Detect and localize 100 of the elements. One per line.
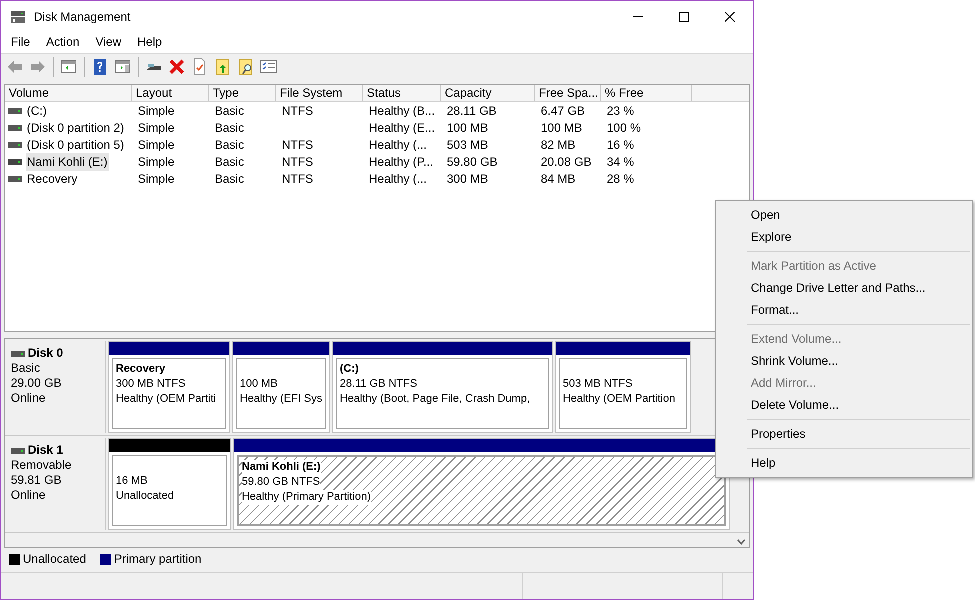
partition-block[interactable]: (C:) 28.11 GB NTFS Healthy (Boot, Page File, Crash Dump, — [332, 341, 553, 433]
table-cell[interactable]: (C:) — [26, 102, 48, 120]
table-cell: 28.11 GB — [447, 104, 497, 118]
legend-swatch — [100, 554, 112, 564]
disk-status: Online — [11, 391, 47, 406]
drive-icon — [8, 158, 22, 164]
table-cell: 100 MB — [447, 120, 488, 134]
menu-item[interactable]: File — [3, 33, 38, 52]
table-cell: 23 % — [607, 104, 634, 118]
partition-block[interactable]: 503 MB NTFS Healthy (OEM Partition — [555, 341, 691, 433]
table-cell: Basic — [215, 120, 244, 134]
table-cell: Healthy (E... — [369, 120, 436, 134]
partition-block[interactable]: Recovery 300 MB NTFS Healthy (OEM Partiti — [108, 341, 230, 433]
table-cell[interactable]: Recovery — [26, 170, 79, 188]
disk-label-panel[interactable]: Disk 1 Removable 59.81 GB Online — [5, 438, 106, 530]
disk-size: 59.81 GB — [11, 473, 63, 488]
table-cell: Healthy (B... — [369, 104, 436, 118]
drive-icon — [11, 448, 25, 454]
scroll-down-icon[interactable] — [737, 539, 746, 545]
table-cell: Simple — [138, 104, 175, 118]
partition-name: (C:) — [340, 362, 359, 377]
table-cell: 82 MB — [541, 138, 576, 152]
disk-management-icon — [10, 10, 26, 24]
table-cell: Simple — [138, 172, 175, 186]
table-cell: 20.08 GB — [541, 154, 592, 168]
partition-name: Nami Kohli (E:) — [242, 460, 321, 475]
table-cell: 59.80 GB — [447, 154, 498, 168]
drive-icon — [8, 176, 22, 182]
disk-size: 29.00 GB — [11, 376, 63, 391]
column-header[interactable]: Type — [209, 85, 276, 101]
context-menu-item[interactable]: Explore — [751, 228, 792, 246]
partition-status: Healthy (EFI Sys — [240, 392, 323, 407]
table-cell: 503 MB — [447, 138, 488, 152]
table-cell: Basic — [215, 104, 244, 118]
table-cell: 28 % — [607, 172, 634, 186]
column-header[interactable]: File System — [276, 85, 363, 101]
table-cell: Basic — [215, 138, 244, 152]
menu-item[interactable]: Help — [130, 33, 170, 52]
table-cell: NTFS — [282, 154, 314, 168]
column-header[interactable]: Status — [363, 85, 441, 101]
table-cell[interactable]: Nami Kohli (E:) — [26, 152, 109, 170]
disk-name: Disk 0 — [28, 346, 64, 361]
legend-label: Primary partition — [114, 551, 202, 568]
legend-swatch — [9, 554, 20, 564]
window-title: Disk Management — [34, 8, 131, 26]
context-menu-item[interactable]: Change Drive Letter and Paths... — [751, 279, 926, 297]
menu-item[interactable]: View — [88, 33, 130, 52]
partition-status: Healthy (Boot, Page File, Crash Dump, — [340, 392, 530, 407]
table-cell: 16 % — [607, 138, 634, 152]
disk-type: Basic — [11, 361, 42, 376]
close-icon[interactable] — [725, 12, 735, 22]
maximize-icon[interactable] — [679, 12, 689, 22]
context-menu-item[interactable]: Open — [751, 206, 780, 224]
table-cell: Basic — [215, 172, 244, 186]
table-cell: NTFS — [282, 172, 314, 186]
partition-block[interactable]: 100 MB Healthy (EFI Sys — [232, 341, 330, 433]
table-cell: Simple — [138, 120, 175, 134]
column-header[interactable]: Free Spa... — [535, 85, 601, 101]
context-menu-item[interactable]: Properties — [751, 425, 806, 443]
drive-icon — [8, 142, 22, 148]
context-menu-item[interactable]: Shrink Volume... — [751, 352, 838, 370]
table-cell: Simple — [138, 138, 175, 152]
table-cell: Basic — [215, 154, 244, 168]
context-menu-item[interactable]: Help — [751, 454, 776, 472]
disk-label-panel[interactable]: Disk 0 Basic 29.00 GB Online — [5, 341, 106, 433]
context-menu-item[interactable]: Format... — [751, 301, 800, 319]
partition-status: Healthy (OEM Partition — [563, 392, 676, 407]
disk-status: Online — [11, 488, 47, 503]
partition-block[interactable]: Nami Kohli (E:) 59.80 GB NTFS Healthy (Primary Partition) — [233, 438, 730, 530]
table-cell: 6.47 GB — [541, 104, 586, 118]
disk-name: Disk 1 — [28, 443, 64, 458]
drive-icon — [8, 108, 22, 114]
partition-block[interactable]: 16 MB Unallocated — [108, 438, 231, 530]
legend-label: Unallocated — [23, 551, 86, 568]
column-header[interactable]: Layout — [132, 85, 209, 101]
disk-type: Removable — [11, 458, 73, 473]
table-cell: 300 MB — [447, 172, 488, 186]
table-cell: 34 % — [607, 154, 634, 168]
table-cell: 100 MB — [541, 120, 582, 134]
partition-status: Healthy (OEM Partiti — [116, 392, 216, 407]
partition-status: Healthy (Primary Partition) — [242, 490, 371, 505]
table-cell: Healthy (... — [369, 172, 428, 186]
context-menu-item[interactable]: Delete Volume... — [751, 396, 840, 414]
table-cell: NTFS — [282, 138, 314, 152]
table-cell: Healthy (P... — [369, 154, 434, 168]
table-cell: 100 % — [607, 120, 642, 134]
drive-icon — [8, 124, 22, 130]
column-header[interactable]: % Free — [601, 85, 692, 101]
partition-size: 59.80 GB NTFS — [242, 475, 320, 490]
menu-item[interactable]: Action — [38, 33, 88, 52]
table-cell[interactable]: (Disk 0 partition 2) — [26, 118, 126, 136]
partition-name: Recovery — [116, 362, 166, 377]
column-header[interactable]: Volume — [5, 85, 132, 101]
table-cell: Healthy (... — [369, 138, 428, 152]
table-cell: 84 MB — [541, 172, 576, 186]
table-cell[interactable]: (Disk 0 partition 5) — [26, 136, 126, 154]
table-cell: NTFS — [282, 104, 314, 118]
drive-icon — [11, 350, 25, 356]
column-header[interactable]: Capacity — [441, 85, 535, 101]
table-cell: Simple — [138, 154, 175, 168]
